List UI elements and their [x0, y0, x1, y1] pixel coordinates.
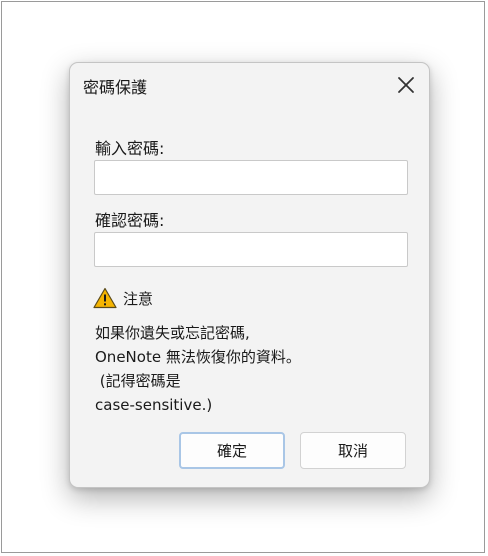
warning-icon	[93, 287, 117, 309]
close-button[interactable]	[392, 71, 420, 99]
warning-heading-row: 注意	[93, 287, 153, 309]
dialog-title: 密碼保護	[83, 78, 148, 97]
screenshot-frame: 密碼保護 輸入密碼: 確認密碼: 注意 如果你遺失或忘記密碼, OneNote 無…	[1, 1, 485, 553]
close-icon	[398, 77, 414, 93]
warning-message: 如果你遺失或忘記密碼, OneNote 無法恢復你的資料。 (記得密碼是 case-…	[95, 321, 301, 417]
warning-line: case-sensitive.)	[95, 396, 213, 414]
confirm-password-input[interactable]	[94, 232, 408, 267]
confirm-password-label: 確認密碼:	[95, 211, 165, 230]
warning-line: 如果你遺失或忘記密碼,	[95, 324, 250, 342]
warning-line: OneNote 無法恢復你的資料。	[95, 348, 301, 366]
enter-password-label: 輸入密碼:	[95, 139, 165, 158]
warning-line: (記得密碼是	[95, 372, 181, 390]
cancel-button[interactable]: 取消	[300, 432, 406, 469]
warning-heading: 注意	[123, 289, 154, 308]
password-protection-dialog: 密碼保護 輸入密碼: 確認密碼: 注意 如果你遺失或忘記密碼, OneNote 無…	[69, 62, 430, 488]
ok-button[interactable]: 確定	[179, 432, 285, 469]
enter-password-input[interactable]	[94, 160, 408, 195]
